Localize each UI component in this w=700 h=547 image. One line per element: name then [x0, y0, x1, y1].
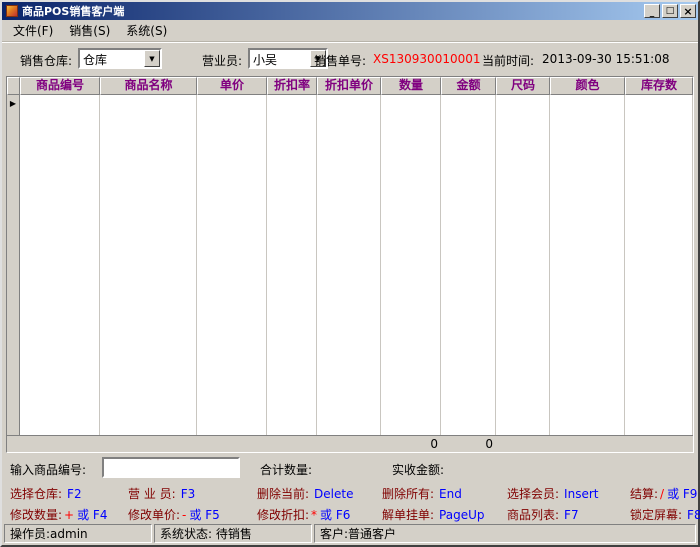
hotkey-checkout: 结算:/或 F9	[630, 485, 697, 502]
hotkey-hold-resume-order: 解单挂单:PageUp	[382, 506, 485, 523]
col-item-code[interactable]	[20, 95, 100, 435]
hotkey-select-warehouse: 选择仓库:F2	[10, 485, 82, 502]
maximize-button[interactable]: □	[662, 4, 678, 18]
warehouse-label: 销售仓库:	[20, 52, 72, 69]
minimize-icon: _	[650, 9, 655, 18]
totals-indicator-cell	[7, 436, 20, 452]
minimize-button[interactable]: _	[644, 4, 660, 18]
total-amount-value: 0	[441, 436, 496, 452]
hotkey-hints-row-1: 选择仓库:F2 营 业 员:F3 删除当前:Delete 删除所有:End 选择…	[2, 481, 698, 502]
col-header-item-code[interactable]: 商品编号	[20, 77, 100, 95]
status-operator: 操作员:admin	[4, 524, 152, 543]
grid-body[interactable]: ▶	[7, 95, 693, 435]
hotkey-item-list: 商品列表:F7	[507, 506, 579, 523]
menu-file[interactable]: 文件(F)	[5, 20, 61, 41]
close-button[interactable]: ×	[680, 4, 696, 18]
toolbar: 销售仓库: 仓库 ▼ 营业员: 小吴 ▼ 销售单号: XS13093001000…	[2, 42, 698, 76]
col-stock[interactable]	[625, 95, 693, 435]
entry-row: 输入商品编号: 合计数量: 实收金额:	[2, 453, 698, 481]
menu-system[interactable]: 系统(S)	[118, 20, 175, 41]
order-number-value: XS130930010001	[373, 52, 480, 69]
warehouse-value: 仓库	[80, 50, 144, 67]
window-controls: _ □ ×	[642, 4, 696, 18]
app-icon	[6, 5, 18, 17]
hotkey-edit-discount: 修改折扣:*或 F6	[257, 506, 350, 523]
window-title: 商品POS销售客户端	[22, 3, 642, 19]
col-header-discount-rate[interactable]: 折扣率	[267, 77, 317, 95]
close-icon: ×	[683, 7, 692, 16]
status-system-state: 系统状态: 待销售	[154, 524, 312, 543]
col-header-color[interactable]: 颜色	[550, 77, 625, 95]
clerk-label: 营业员:	[202, 52, 242, 69]
col-amount[interactable]	[441, 95, 496, 435]
maximize-icon: □	[666, 7, 675, 16]
total-quantity-value: 0	[381, 436, 441, 452]
hotkey-delete-current: 删除当前:Delete	[257, 485, 353, 502]
status-customer: 客户:普通客户	[314, 524, 696, 543]
hotkey-edit-price: 修改单价:-或 F5	[128, 506, 220, 523]
sum-quantity-label: 合计数量:	[260, 461, 312, 478]
col-header-discount-price[interactable]: 折扣单价	[317, 77, 381, 95]
warehouse-combobox[interactable]: 仓库 ▼	[78, 48, 162, 69]
current-time-label: 当前时间:	[482, 52, 534, 69]
menu-sale[interactable]: 销售(S)	[61, 20, 118, 41]
col-header-quantity[interactable]: 数量	[381, 77, 441, 95]
col-header-stock[interactable]: 库存数	[625, 77, 693, 95]
col-header-size[interactable]: 尺码	[496, 77, 550, 95]
item-code-input[interactable]	[102, 457, 240, 478]
col-discount-rate[interactable]	[267, 95, 317, 435]
hotkey-clerk: 营 业 员:F3	[128, 485, 195, 502]
order-number-label: 销售单号:	[314, 52, 366, 69]
grid-totals-row: 0 0	[7, 435, 693, 452]
hotkey-edit-quantity: 修改数量:+或 F4	[10, 506, 107, 523]
col-header-unit-price[interactable]: 单价	[197, 77, 267, 95]
col-header-item-name[interactable]: 商品名称	[100, 77, 197, 95]
grid-header: 商品编号 商品名称 单价 折扣率 折扣单价 数量 金额 尺码 颜色 库存数	[7, 77, 693, 95]
col-unit-price[interactable]	[197, 95, 267, 435]
clerk-value: 小吴	[250, 50, 310, 67]
indicator-column: ▶	[7, 95, 20, 435]
col-header-amount[interactable]: 金额	[441, 77, 496, 95]
col-color[interactable]	[550, 95, 625, 435]
hotkey-delete-all: 删除所有:End	[382, 485, 462, 502]
hotkey-select-member: 选择会员:Insert	[507, 485, 598, 502]
current-row-marker-icon: ▶	[10, 99, 16, 108]
sales-grid: 商品编号 商品名称 单价 折扣率 折扣单价 数量 金额 尺码 颜色 库存数 ▶	[6, 76, 694, 453]
current-time-value: 2013-09-30 15:51:08	[542, 52, 669, 69]
indicator-header-cell	[7, 77, 20, 95]
item-code-input-label: 输入商品编号:	[10, 461, 86, 478]
col-discount-price[interactable]	[317, 95, 381, 435]
menubar: 文件(F) 销售(S) 系统(S)	[2, 20, 698, 42]
titlebar[interactable]: 商品POS销售客户端 _ □ ×	[2, 2, 698, 20]
col-item-name[interactable]	[100, 95, 197, 435]
statusbar: 操作员:admin 系统状态: 待销售 客户:普通客户	[2, 523, 698, 545]
hotkey-hints-row-2: 修改数量:+或 F4 修改单价:-或 F5 修改折扣:*或 F6 解单挂单:Pa…	[2, 502, 698, 523]
col-quantity[interactable]	[381, 95, 441, 435]
current-time-group: 当前时间: 2013-09-30 15:51:08	[482, 52, 670, 69]
order-number-group: 销售单号: XS130930010001	[314, 52, 481, 69]
received-amount-label: 实收金额:	[392, 461, 444, 478]
hotkey-lock-screen: 锁定屏幕:F8	[630, 506, 700, 523]
pos-window: 商品POS销售客户端 _ □ × 文件(F) 销售(S) 系统(S) 销售仓库:…	[0, 0, 700, 547]
warehouse-dropdown-icon[interactable]: ▼	[144, 50, 160, 67]
col-size[interactable]	[496, 95, 550, 435]
